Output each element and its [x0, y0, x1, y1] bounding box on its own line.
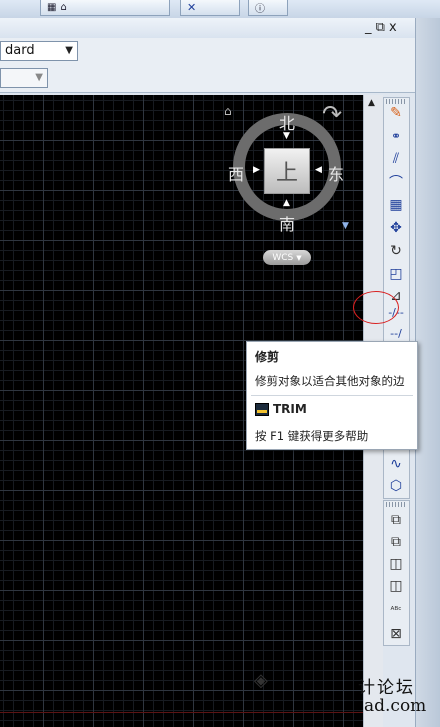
layer-state-icon: ▦ [47, 2, 57, 13]
offset-icon: ⌒ [389, 175, 403, 191]
top-toolbar-chip-layers[interactable]: ▦ ⌂ [40, 0, 170, 16]
top-toolbar-chip-zoom[interactable]: ✕ [180, 0, 240, 16]
bring-front-icon: ⧉ [391, 512, 401, 528]
tooltip-description: 修剪对象以适合其他对象的边 [255, 374, 405, 388]
rotate-icon: ↻ [390, 243, 402, 259]
ucs-label: WCS [272, 252, 294, 263]
text-style-combo[interactable]: dard ▼ [0, 41, 78, 61]
north-arrow-icon[interactable]: ▼ [283, 131, 290, 141]
erase-icon: ✎ [390, 105, 402, 121]
compass-west-label[interactable]: 西 [228, 161, 244, 185]
styles-toolbar: dard ▼ [0, 38, 415, 64]
bring-above-icon: ◫ [389, 556, 403, 572]
blend-tool-button[interactable]: ∿ [386, 454, 406, 474]
text-front-icon: ᴬᴮᶜ [390, 606, 402, 616]
bring-front-button[interactable]: ⧉ [386, 510, 406, 530]
scroll-up-arrow-icon[interactable]: ▲ [368, 98, 375, 108]
hatch-back-icon: ⊠ [390, 626, 402, 642]
send-back-icon: ⧉ [391, 534, 401, 550]
copy-tool-button[interactable]: ⚭ [386, 126, 406, 146]
ucs-menu-button[interactable]: WCS ▼ [263, 250, 311, 265]
extend-tool-button[interactable]: --/ [386, 323, 406, 343]
viewcube-menu-icon[interactable]: ▼ [342, 221, 349, 231]
scale-icon: ◰ [389, 266, 403, 282]
chevron-down-icon: ▼ [296, 253, 302, 262]
top-toolbar-strip: ▦ ⌂ ✕ ⓘ [0, 0, 440, 19]
application-frame-right-edge [415, 18, 440, 727]
draworder-tool-buttons: ⧉ ⧉ ◫ ◫ ᴬᴮᶜ ⊠ [383, 500, 410, 646]
explode-tool-button[interactable]: ⬡ [386, 476, 406, 496]
chevron-down-icon: ▼ [35, 72, 43, 83]
tooltip-command-name: TRIM [273, 402, 307, 416]
command-line-icon [255, 403, 269, 416]
rotate-view-icon[interactable]: ↷ [322, 100, 342, 128]
offset-tool-button[interactable]: ⌒ [386, 172, 406, 192]
home-icon[interactable]: ⌂ [224, 104, 232, 118]
second-style-combo[interactable]: ▼ [0, 68, 48, 88]
scale-tool-button[interactable]: ◰ [386, 264, 406, 284]
tooltip-help-text: 按 F1 键获得更多帮助 [255, 429, 369, 443]
send-back-button[interactable]: ⧉ [386, 532, 406, 552]
compass-south-label[interactable]: 南 [279, 211, 295, 235]
help-icon: ⓘ [255, 4, 265, 15]
copy-icon: ⚭ [390, 129, 402, 143]
tooltip-divider [251, 395, 413, 396]
blend-icon: ∿ [390, 456, 402, 472]
text-style-value: dard [5, 43, 35, 58]
modify-lower-buttons: ∿ ⬡ [383, 449, 410, 499]
viewcube-face-label: 上 [275, 161, 298, 186]
chevron-down-icon: ▼ [65, 45, 73, 56]
tooltip-title: 修剪 [255, 350, 280, 364]
move-tool-button[interactable]: ✥ [386, 218, 406, 238]
watermark-text: 计论坛 [358, 678, 415, 698]
trim-tooltip: 修剪 修剪对象以适合其他对象的边 TRIM 按 F1 键获得更多帮助 [246, 341, 418, 450]
east-arrow-icon[interactable]: ◀ [315, 165, 322, 175]
viewcube-top-face[interactable]: 上 [264, 148, 310, 194]
west-arrow-icon[interactable]: ▶ [253, 165, 260, 175]
move-icon: ✥ [390, 220, 402, 236]
array-icon: ▦ [389, 197, 403, 213]
zoom-icon: ✕ [187, 1, 197, 14]
text-front-button[interactable]: ᴬᴮᶜ [386, 601, 406, 621]
layer-manage-icon: ⌂ [60, 2, 67, 13]
send-under-button[interactable]: ◫ [386, 576, 406, 596]
explode-icon: ⬡ [389, 478, 403, 494]
top-toolbar-chip-help[interactable]: ⓘ [248, 0, 288, 16]
minimize-restore-close-buttons[interactable]: _ ⧉ x [365, 20, 397, 36]
extend-icon: --/ [390, 326, 402, 340]
mirror-icon: ⫽ [392, 151, 400, 167]
hatch-back-button[interactable]: ⊠ [386, 624, 406, 644]
trim-highlight-circle [353, 291, 399, 324]
canvas-red-axis-line [0, 712, 363, 713]
send-under-icon: ◫ [389, 578, 403, 594]
compass-east-label[interactable]: 东 [328, 161, 344, 185]
rotate-tool-button[interactable]: ↻ [386, 241, 406, 261]
array-tool-button[interactable]: ▦ [386, 195, 406, 215]
bring-above-button[interactable]: ◫ [386, 554, 406, 574]
watermark-url: ad.com [364, 696, 427, 716]
properties-toolbar: ▼ [0, 64, 415, 93]
erase-tool-button[interactable]: ✎ [386, 103, 406, 123]
drawing-window-titlebar: _ ⧉ x [0, 18, 415, 39]
south-arrow-icon[interactable]: ▲ [283, 198, 290, 208]
forum-logo-icon: ◈ [254, 670, 268, 691]
mirror-tool-button[interactable]: ⫽ [386, 149, 406, 169]
